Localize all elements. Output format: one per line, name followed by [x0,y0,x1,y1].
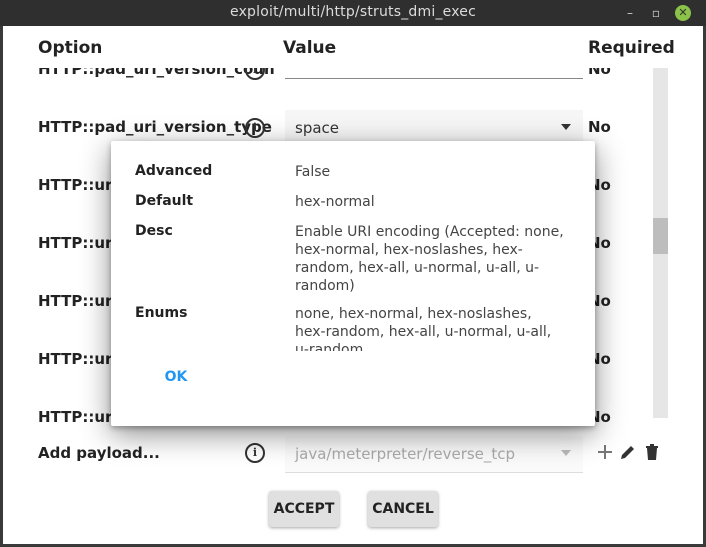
dialog-content: Advanced False Default hex-normal Desc E… [111,141,595,351]
dialog-value-desc: Enable URI encoding (Accepted: none, hex… [295,224,564,294]
close-icon[interactable]: ✕ [675,5,691,21]
dialog-value-enums: none, hex-normal, hex-noslashes, hex-ran… [295,306,552,351]
dialog-value-advanced: False [295,164,331,180]
maximize-icon[interactable]: ▫ [648,5,664,21]
dialog-key-default: Default [135,193,194,209]
option-info-dialog: Advanced False Default hex-normal Desc E… [111,141,595,426]
dialog-key-enums: Enums [135,305,188,321]
dialog-key-advanced: Advanced [135,163,213,179]
options-window: Option Value Required HTTP::pad_uri_vers… [3,26,703,544]
dialog-value-default: hex-normal [295,194,375,210]
dialog-key-desc: Desc [135,223,173,239]
minimize-icon[interactable]: – [622,5,638,21]
ok-button[interactable]: OK [159,365,193,389]
modal-backdrop: Advanced False Default hex-normal Desc E… [3,26,703,544]
window-title: exploit/multi/http/struts_dmi_exec [230,4,476,20]
window-titlebar: exploit/multi/http/struts_dmi_exec – ▫ ✕ [0,0,706,26]
